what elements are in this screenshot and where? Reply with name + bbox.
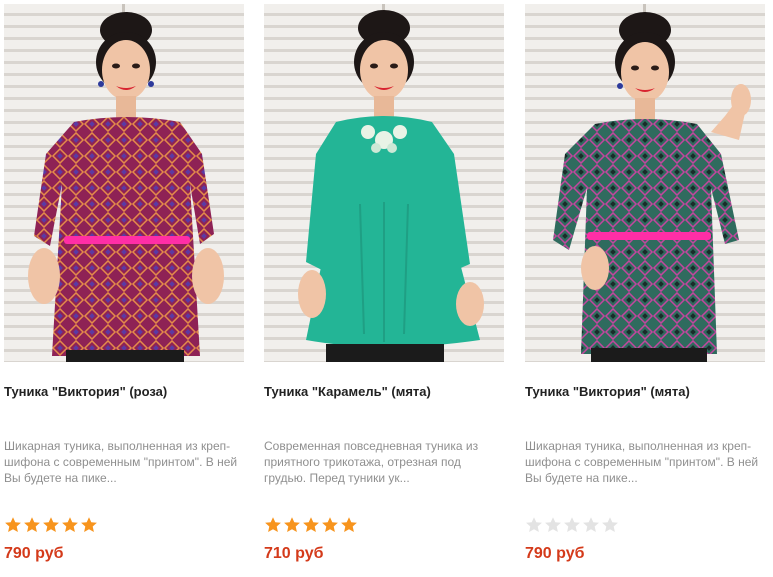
star-icon — [322, 517, 338, 532]
product-grid: Туника "Виктория" (роза) Шикарная туника… — [0, 0, 773, 577]
product-photo[interactable] — [264, 4, 504, 362]
product-card[interactable]: Туника "Виктория" (мята) Шикарная туника… — [525, 0, 769, 577]
product-photo[interactable] — [4, 4, 244, 362]
star-icon — [81, 517, 97, 532]
star-icon — [265, 517, 281, 532]
star-icon — [62, 517, 78, 532]
product-price: 710 руб — [264, 545, 324, 562]
star-icon — [5, 517, 21, 532]
product-description: Шикарная туника, выполненная из креп-шиф… — [4, 439, 238, 485]
product-description: Шикарная туника, выполненная из креп-шиф… — [525, 439, 759, 485]
star-icon — [602, 517, 618, 532]
rating-stars — [264, 516, 358, 536]
product-title[interactable]: Туника "Виктория" (мята) — [525, 384, 769, 400]
product-title[interactable]: Туника "Карамель" (мята) — [264, 384, 508, 400]
star-icon — [24, 517, 40, 532]
star-icon — [564, 517, 580, 532]
product-price: 790 руб — [4, 545, 64, 562]
star-icon — [583, 517, 599, 532]
rating-stars — [525, 516, 619, 536]
model-photo-icon — [4, 4, 244, 362]
product-card[interactable]: Туника "Виктория" (роза) Шикарная туника… — [4, 0, 248, 577]
model-photo-icon — [264, 4, 504, 362]
product-price: 790 руб — [525, 545, 585, 562]
star-icon — [284, 517, 300, 532]
product-photo[interactable] — [525, 4, 765, 362]
star-icon — [545, 517, 561, 532]
star-icon — [43, 517, 59, 532]
star-icon — [303, 517, 319, 532]
star-icon — [526, 517, 542, 532]
rating-stars — [4, 516, 98, 536]
model-photo-icon — [525, 4, 765, 362]
product-card[interactable]: Туника "Карамель" (мята) Современная пов… — [264, 0, 508, 577]
product-description: Современная повседневная туника из прият… — [264, 439, 479, 485]
product-title[interactable]: Туника "Виктория" (роза) — [4, 384, 248, 400]
star-icon — [341, 517, 357, 532]
